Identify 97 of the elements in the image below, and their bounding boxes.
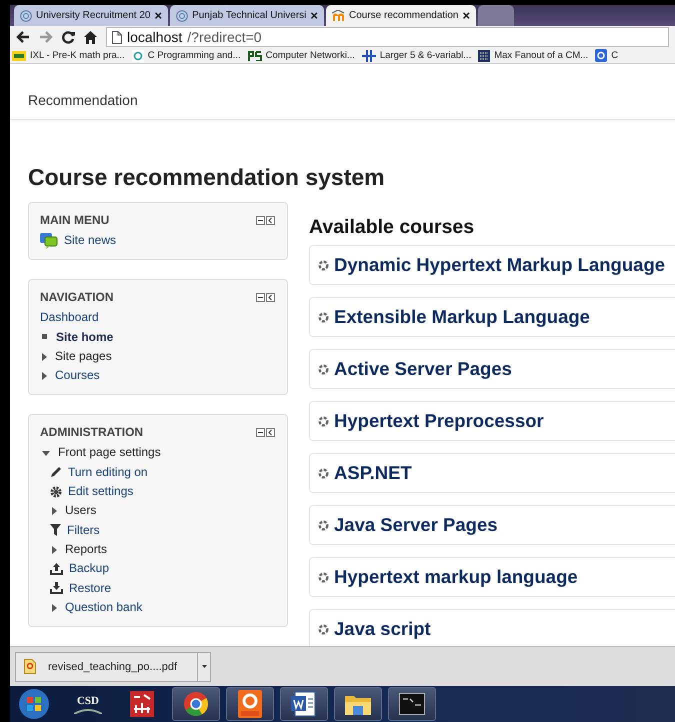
pdf-file-icon <box>24 659 36 674</box>
address-field[interactable]: localhost /?redirect=0 <box>106 27 669 47</box>
bookmark-favicon <box>248 50 262 60</box>
course-link[interactable]: Active Server Pages <box>334 358 512 380</box>
download-item[interactable]: revised_teaching_po....pdf <box>15 652 198 682</box>
caret-icon <box>42 450 50 456</box>
hat-icon <box>332 10 345 21</box>
course-icon <box>318 624 329 634</box>
document-icon <box>238 690 262 718</box>
nav-link[interactable]: Question bank <box>65 598 142 618</box>
course-icon <box>318 416 329 426</box>
bookmark[interactable]: Max Fanout of a CM... <box>478 50 588 62</box>
bookmark[interactable]: Computer Networki... <box>248 50 355 61</box>
course-link[interactable]: ASP.NET <box>334 462 412 484</box>
bookmark-favicon <box>478 50 490 62</box>
start-button[interactable] <box>18 688 50 720</box>
nav-link[interactable]: Restore <box>69 578 112 598</box>
document-icon <box>291 691 317 717</box>
filter-icon <box>50 524 61 536</box>
block-title: MAIN MENU <box>40 213 110 227</box>
browser-tab[interactable]: University Recruitment 20 × <box>14 5 168 26</box>
nav-link[interactable]: Filters <box>67 520 100 540</box>
course-link[interactable]: Extensible Markup Language <box>334 306 590 328</box>
page-icon <box>112 30 122 44</box>
course-link[interactable]: Java Server Pages <box>334 514 498 536</box>
bookmark[interactable]: C Programming and... <box>132 50 241 62</box>
course-icon <box>318 520 329 530</box>
course-icon <box>318 260 329 270</box>
block-controls-icon[interactable] <box>256 216 275 224</box>
close-icon[interactable]: × <box>154 8 162 23</box>
gear-icon <box>50 486 62 498</box>
bullet-icon <box>42 334 48 340</box>
browser-tab[interactable]: Course recommendation × <box>326 5 476 26</box>
nav-link[interactable]: Users <box>65 501 96 521</box>
nav-link[interactable]: Backup <box>69 559 110 579</box>
course-link[interactable]: Java script <box>334 618 431 640</box>
course-link[interactable]: Hypertext markup language <box>334 566 578 588</box>
taskbar-app[interactable]: CSD <box>64 687 112 721</box>
globe-icon <box>20 10 32 22</box>
close-icon[interactable]: × <box>310 8 318 23</box>
course-icon <box>318 364 329 374</box>
block-controls-icon[interactable] <box>256 292 275 302</box>
caret-icon <box>42 352 47 361</box>
bookmark-favicon <box>362 50 376 62</box>
nav-link[interactable]: Site home <box>56 328 114 347</box>
course-icon <box>318 468 329 478</box>
block-title: ADMINISTRATION <box>40 425 144 440</box>
taskbar-app[interactable] <box>226 687 274 721</box>
bookmark[interactable]: IXL - Pre-K math pra... <box>12 50 125 61</box>
browser-tab[interactable]: Punjab Technical Universi × <box>170 5 324 26</box>
chart-icon <box>130 691 154 717</box>
home-icon[interactable] <box>84 30 97 44</box>
nav-link[interactable]: Edit settings <box>68 482 134 502</box>
block-title: NAVIGATION <box>40 290 114 304</box>
caret-icon <box>52 507 57 516</box>
arc-icon <box>74 708 102 714</box>
caret-icon <box>202 665 207 668</box>
caret-icon <box>52 546 57 554</box>
pencil-icon <box>50 466 62 478</box>
nav-link[interactable]: Site pages <box>55 346 112 366</box>
nav-link[interactable]: Reports <box>65 540 108 560</box>
course-icon <box>318 312 329 322</box>
download-icon <box>50 582 63 594</box>
chat-icon <box>40 232 58 249</box>
taskbar-app[interactable] <box>172 687 220 721</box>
nav-link[interactable]: Site news <box>64 231 116 250</box>
nav-link[interactable]: Turn editing on <box>68 462 148 482</box>
taskbar-app[interactable] <box>334 687 382 721</box>
bookmark-favicon <box>595 49 608 62</box>
bookmark-favicon <box>132 50 144 62</box>
upload-icon <box>50 562 63 575</box>
round-logo-icon <box>183 691 209 717</box>
course-link[interactable]: Dynamic Hypertext Markup Language <box>334 254 666 276</box>
back-icon[interactable] <box>16 31 30 43</box>
taskbar-app[interactable] <box>388 687 436 721</box>
bookmark[interactable]: Larger 5 & 6-variabl... <box>362 50 472 62</box>
block-controls-icon[interactable] <box>256 428 275 437</box>
tab-title: Course recommendation <box>349 10 458 21</box>
nav-link[interactable]: Dashboard <box>40 308 99 328</box>
nav-link[interactable]: Front page settings <box>58 443 161 463</box>
terminal-icon <box>399 693 425 715</box>
globe-icon <box>176 10 188 22</box>
course-link[interactable]: Hypertext Preprocessor <box>334 410 544 432</box>
close-icon[interactable]: × <box>462 8 470 23</box>
site-name[interactable]: Recommendation <box>28 92 138 108</box>
course-icon <box>318 572 329 582</box>
tab-title: Punjab Technical Universi <box>192 10 306 21</box>
caret-icon <box>42 372 47 380</box>
page-title: Course recommendation system <box>28 164 386 191</box>
reload-icon[interactable] <box>62 30 75 44</box>
taskbar-app[interactable] <box>280 687 328 721</box>
section-heading: Available courses <box>309 216 476 239</box>
bookmark-favicon <box>12 50 26 60</box>
tab-title: University Recruitment 20 <box>36 10 150 21</box>
nav-link[interactable]: Courses <box>55 366 100 386</box>
caret-icon <box>52 604 57 612</box>
bookmark[interactable]: C <box>595 49 618 62</box>
